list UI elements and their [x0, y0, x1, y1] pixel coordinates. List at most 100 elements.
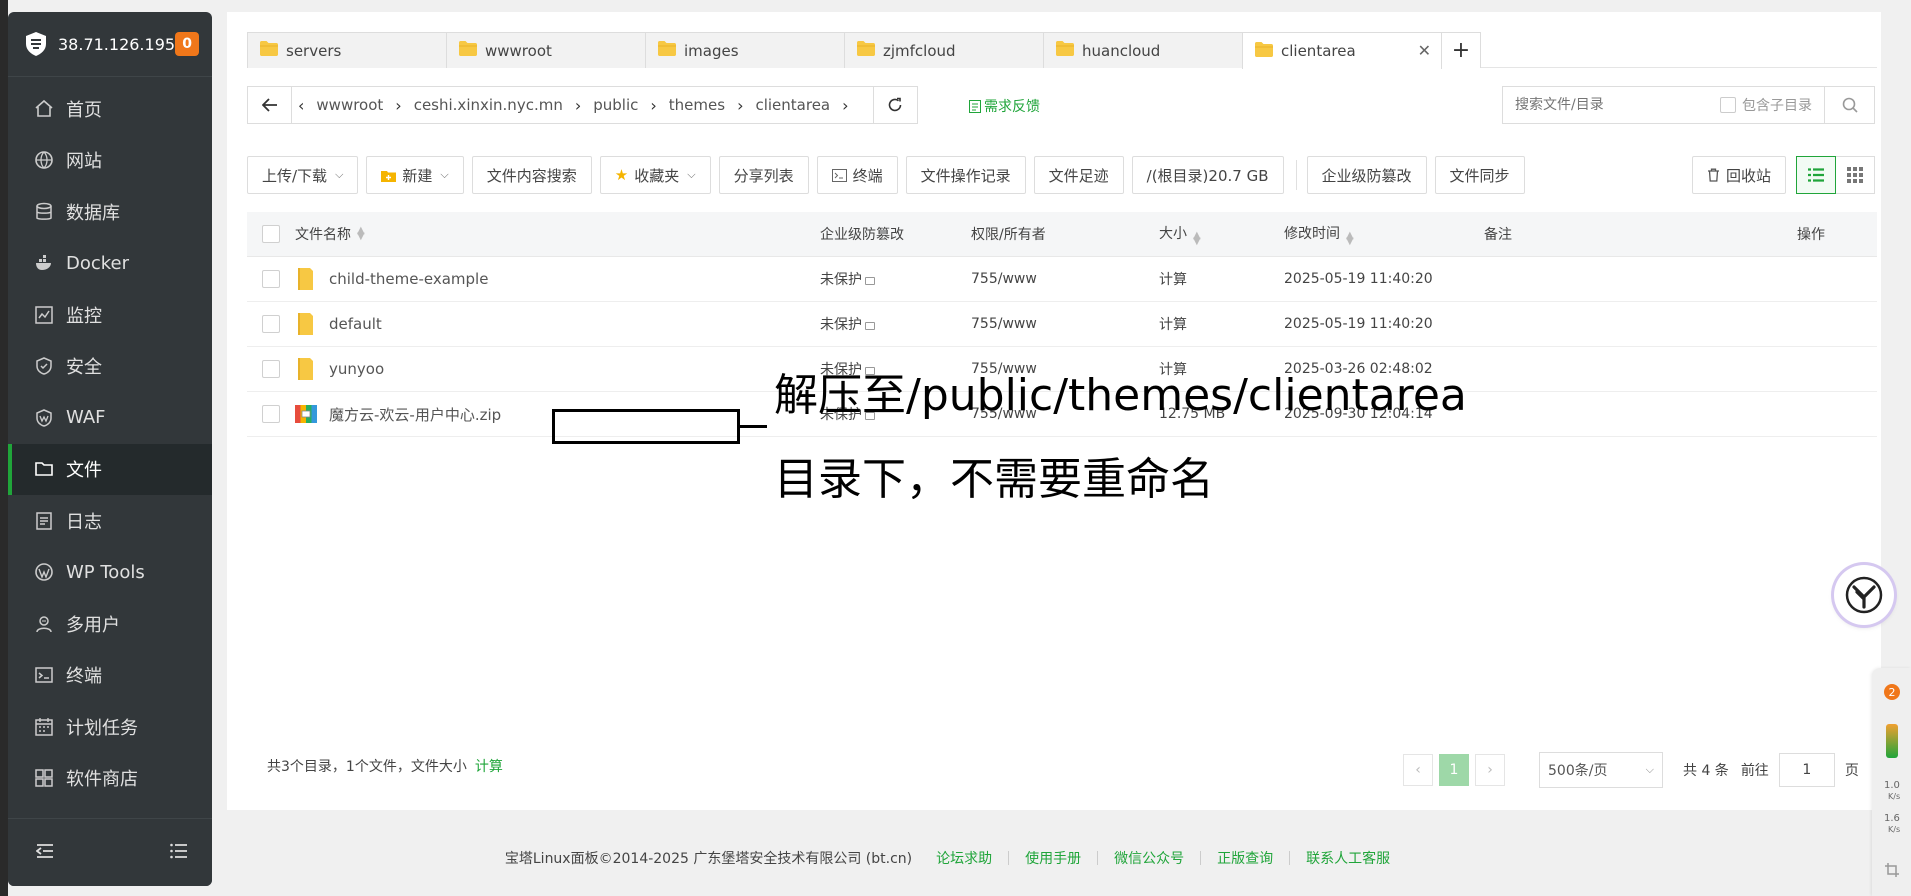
prev-page-button[interactable]: ‹: [1403, 754, 1433, 786]
server-ip[interactable]: 38.71.126.195: [58, 35, 175, 54]
table-row[interactable]: default 未保护 755/www 计算 2025-05-19 11:40:20: [247, 302, 1877, 347]
share-list-button[interactable]: 分享列表: [718, 156, 809, 194]
close-tab-icon[interactable]: ✕: [1418, 41, 1431, 60]
breadcrumb-item[interactable]: wwwroot: [316, 96, 383, 114]
footer-link[interactable]: 微信公众号: [1114, 848, 1184, 868]
chevron-right-icon[interactable]: ›: [842, 96, 848, 115]
file-name[interactable]: 魔方云-欢云-用户中心.zip: [329, 404, 501, 425]
sidebar-item-2[interactable]: 数据库: [8, 186, 212, 238]
chevron-right-icon[interactable]: ›: [737, 96, 743, 115]
footer-link[interactable]: 正版查询: [1217, 848, 1273, 868]
sidebar-item-11[interactable]: 终端: [8, 650, 212, 702]
search-input[interactable]: [1503, 87, 1720, 123]
search-button[interactable]: [1824, 87, 1874, 123]
sidebar-item-4[interactable]: 监控: [8, 289, 212, 341]
tamper-protection-button[interactable]: 企业级防篡改: [1306, 156, 1427, 194]
row-checkbox[interactable]: [262, 315, 280, 333]
sidebar-item-6[interactable]: WAF: [8, 392, 212, 444]
footer-link[interactable]: 论坛求助: [936, 848, 992, 868]
content-search-button[interactable]: 文件内容搜索: [471, 156, 592, 194]
footer-link[interactable]: 联系人工客服: [1306, 848, 1390, 868]
sidebar-item-10[interactable]: 多用户: [8, 598, 212, 650]
goto-page-input[interactable]: 1: [1778, 753, 1835, 787]
chevron-left-icon[interactable]: ‹: [298, 96, 304, 115]
feedback-link[interactable]: 需求反馈: [969, 96, 1040, 116]
protect-status[interactable]: 未保护: [820, 314, 971, 334]
protect-status[interactable]: 未保护: [820, 269, 971, 289]
annotation-line-2: 目录下，不需要重命名: [774, 454, 1214, 505]
size-cell[interactable]: 计算: [1159, 314, 1284, 334]
sidebar-item-8[interactable]: 日志: [8, 495, 212, 547]
terminal-button[interactable]: 终端: [816, 156, 898, 194]
operation-log-button[interactable]: 文件操作记录: [905, 156, 1026, 194]
include-subdir-option[interactable]: 包含子目录: [1720, 95, 1824, 115]
file-name-cell[interactable]: default: [295, 312, 820, 336]
refresh-button[interactable]: [872, 87, 917, 123]
row-checkbox[interactable]: [262, 360, 280, 378]
network-side-panel[interactable]: 2 1.0 K/s 1.6 K/s: [1872, 668, 1911, 896]
tab-4[interactable]: huancloud: [1043, 32, 1243, 68]
recycle-bin-button[interactable]: 回收站: [1692, 156, 1787, 194]
tab-2[interactable]: images: [645, 32, 845, 68]
screenshot-icon[interactable]: [1884, 862, 1900, 882]
row-checkbox[interactable]: [262, 405, 280, 423]
file-sync-button[interactable]: 文件同步: [1434, 156, 1525, 194]
row-checkbox[interactable]: [262, 270, 280, 288]
chevron-right-icon[interactable]: ›: [650, 96, 656, 115]
breadcrumb-item[interactable]: public: [593, 96, 638, 114]
tab-3[interactable]: zjmfcloud: [844, 32, 1044, 68]
table-row[interactable]: child-theme-example 未保护 755/www 计算 2025-05-1…: [247, 257, 1877, 302]
page-size-select[interactable]: 500条/页 ⌵: [1539, 752, 1663, 788]
next-page-button[interactable]: ›: [1475, 754, 1505, 786]
breadcrumb-item[interactable]: themes: [669, 96, 725, 114]
include-subdir-checkbox[interactable]: [1720, 97, 1736, 113]
chevron-right-icon[interactable]: ›: [395, 96, 401, 115]
file-name-cell[interactable]: child-theme-example: [295, 267, 820, 291]
file-name[interactable]: yunyoo: [329, 360, 384, 378]
file-name-cell[interactable]: 魔方云-欢云-用户中心.zip: [295, 402, 820, 426]
sidebar-item-12[interactable]: 计划任务: [8, 701, 212, 753]
favorites-button[interactable]: ★ 收藏夹 ⌵: [599, 156, 711, 194]
sidebar-item-13[interactable]: 软件商店: [8, 753, 212, 805]
header-name[interactable]: 文件名称 ▲ ▼: [295, 224, 820, 244]
notification-badge[interactable]: 0: [175, 32, 200, 56]
add-tab-button[interactable]: +: [1441, 32, 1481, 68]
size-cell[interactable]: 计算: [1159, 269, 1284, 289]
footer-link[interactable]: 使用手册: [1025, 848, 1081, 868]
sidebar-item-3[interactable]: Docker: [8, 238, 212, 290]
chevron-right-icon[interactable]: ›: [575, 96, 581, 115]
upload-download-button[interactable]: 上传/下载 ⌵: [247, 156, 359, 194]
permission-cell[interactable]: 755/www: [971, 316, 1159, 332]
calculate-size-link[interactable]: 计算: [475, 759, 503, 775]
sidebar-item-9[interactable]: WP Tools: [8, 547, 212, 599]
file-name[interactable]: child-theme-example: [329, 270, 488, 288]
list-view-button[interactable]: [1796, 156, 1836, 194]
calendar-icon: [34, 717, 54, 737]
sidebar-item-7[interactable]: 文件: [8, 443, 212, 495]
tab-1[interactable]: wwwroot: [446, 32, 646, 68]
header-size[interactable]: 大小 ▲ ▼: [1159, 223, 1284, 247]
page-number-current[interactable]: 1: [1439, 754, 1469, 786]
assistant-float-button[interactable]: [1834, 565, 1894, 625]
sidebar-item-0[interactable]: 首页: [8, 83, 212, 135]
sidebar-item-5[interactable]: 安全: [8, 341, 212, 393]
tab-0[interactable]: servers: [247, 32, 447, 68]
zip-archive-icon: [295, 402, 317, 426]
sidebar-item-1[interactable]: 网站: [8, 135, 212, 187]
back-button[interactable]: [248, 87, 292, 123]
footprint-button[interactable]: 文件足迹: [1033, 156, 1124, 194]
breadcrumb-item[interactable]: ceshi.xinxin.nyc.mn: [414, 96, 563, 114]
message-count-badge[interactable]: 2: [1884, 684, 1900, 700]
select-all-checkbox[interactable]: [262, 225, 280, 243]
sidebar-item-label: WP Tools: [66, 561, 145, 583]
tab-5[interactable]: clientarea ✕: [1242, 32, 1442, 69]
header-mtime[interactable]: 修改时间 ▲ ▼: [1284, 223, 1484, 247]
permission-cell[interactable]: 755/www: [971, 271, 1159, 287]
breadcrumb-item[interactable]: clientarea: [755, 96, 830, 114]
new-button[interactable]: 新建 ⌵: [366, 156, 464, 194]
grid-view-button[interactable]: [1835, 156, 1875, 194]
file-name-cell[interactable]: yunyoo: [295, 357, 820, 381]
page-footer: 宝塔Linux面板©2014-2025 广东堡塔安全技术有限公司 (bt.cn)…: [0, 848, 1911, 868]
disk-usage-button[interactable]: /(根目录)20.7 GB: [1131, 156, 1284, 194]
file-name[interactable]: default: [329, 315, 382, 333]
